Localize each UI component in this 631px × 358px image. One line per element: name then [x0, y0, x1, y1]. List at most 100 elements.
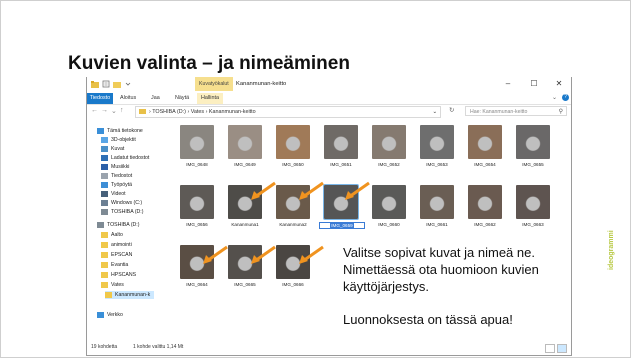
nav-item-network[interactable]: Verkko: [97, 311, 123, 319]
nav-item-music[interactable]: Musiikki: [101, 163, 129, 171]
customize-qat-icon[interactable]: [124, 80, 132, 88]
folder-icon: [101, 262, 108, 268]
tab-home[interactable]: Aloitus: [120, 93, 136, 104]
close-button[interactable]: ✕: [548, 77, 570, 91]
refresh-button[interactable]: ↻: [449, 106, 454, 114]
file-name: IMG_0662: [474, 222, 496, 227]
file-name: IMG_0650: [282, 162, 304, 167]
nav-item-toshiba-d-root[interactable]: TOSHIBA (D:): [97, 221, 139, 229]
back-button[interactable]: ←: [91, 107, 98, 114]
search-input[interactable]: Hae: Kananmunan-keitto ⚲: [465, 106, 567, 116]
cube-icon: [101, 137, 108, 143]
arrow-shaft: [254, 181, 276, 199]
orange-arrow-icon: [203, 245, 228, 264]
nav-item-videos[interactable]: Videot: [101, 190, 126, 198]
instruction-line: käyttöjärjestys.: [343, 279, 429, 294]
file-name: IMG_0660: [378, 222, 400, 227]
instruction-line: Valitse sopivat kuvat ja nimeä ne.: [343, 245, 535, 260]
nav-item-this-pc[interactable]: Tämä tietokone: [97, 127, 143, 135]
file-thumbnail[interactable]: [420, 185, 454, 219]
file-name: IMG_0654: [474, 162, 496, 167]
nav-item-downloads[interactable]: Ladatut tiedostot: [101, 154, 149, 162]
file-name: IMG_0663: [522, 222, 544, 227]
nav-item-evantia[interactable]: Evantia: [101, 261, 128, 269]
file-name: Kananmuna1: [231, 222, 259, 227]
file-thumbnail[interactable]: [372, 185, 406, 219]
nav-item-toshiba-d[interactable]: TOSHIBA (D:): [101, 208, 143, 216]
nav-item-documents[interactable]: Tiedostot: [101, 172, 132, 180]
title-bar: Kuvatyökalut Kananmunan-keitto – ☐ ✕: [87, 77, 571, 93]
file-name: IMG_0649: [234, 162, 256, 167]
new-folder-icon[interactable]: [113, 80, 121, 88]
nav-item-pictures[interactable]: Kuvat: [101, 145, 124, 153]
nav-item-hpscans[interactable]: HPSCANS: [101, 271, 136, 279]
tab-share[interactable]: Jaa: [151, 93, 160, 104]
file-name: IMG_0666: [282, 282, 304, 287]
orange-arrow-icon: [299, 181, 324, 200]
forward-button[interactable]: →: [101, 107, 108, 114]
orange-arrow-icon: [251, 245, 276, 264]
large-icons-view-icon[interactable]: [557, 344, 567, 353]
slide-title: Kuvien valinta – ja nimeäminen: [68, 53, 350, 74]
nav-item-desktop[interactable]: Työpöytä: [101, 181, 132, 189]
window-title: Kananmunan-keitto: [236, 81, 287, 87]
address-dropdown-icon[interactable]: ⌄: [432, 107, 437, 117]
help-icon[interactable]: ?: [562, 94, 569, 101]
file-name: Kananmuna2: [279, 222, 307, 227]
file-thumbnail[interactable]: [276, 125, 310, 159]
file-thumbnail[interactable]: [180, 125, 214, 159]
file-thumbnail[interactable]: [516, 185, 550, 219]
search-placeholder: Hae: Kananmunan-keitto: [470, 109, 528, 115]
up-button[interactable]: ↑: [120, 107, 124, 114]
file-name: IMG_0652: [378, 162, 400, 167]
folder-icon: [101, 242, 108, 248]
file-name: IMG_0651: [330, 162, 352, 167]
arrow-shaft: [348, 181, 370, 199]
file-thumbnail[interactable]: [468, 125, 502, 159]
folder-icon: [101, 272, 108, 278]
view-switcher: [545, 344, 567, 353]
expand-ribbon-icon[interactable]: ⌄: [552, 94, 557, 101]
nav-item-animointi[interactable]: animointi: [101, 241, 132, 249]
minimize-button[interactable]: –: [497, 77, 519, 91]
status-bar: 19 kohdetta 1 kohde valittu 1,14 Mt: [87, 341, 571, 354]
file-name: IMG_0664: [186, 282, 208, 287]
properties-icon[interactable]: [102, 80, 110, 88]
pictures-icon: [101, 146, 108, 152]
folder-icon: [101, 252, 108, 258]
search-icon: ⚲: [558, 109, 563, 115]
nav-item-aalto[interactable]: Aalto: [101, 231, 123, 239]
file-thumbnail[interactable]: [420, 125, 454, 159]
nav-item-3d-objects[interactable]: 3D-objektit: [101, 136, 136, 144]
nav-item-windows-c[interactable]: Windows (C:): [101, 199, 142, 207]
music-icon: [101, 164, 108, 170]
details-view-icon[interactable]: [545, 344, 555, 353]
rename-field[interactable]: IMG_0659: [319, 222, 365, 229]
arrow-shaft: [206, 245, 228, 263]
file-thumbnail[interactable]: [324, 125, 358, 159]
file-name: IMG_0653: [426, 162, 448, 167]
file-name: IMG_0648: [186, 162, 208, 167]
file-thumbnail[interactable]: [228, 125, 262, 159]
tab-file[interactable]: Tiedosto: [87, 93, 113, 104]
file-name: IMG_0655: [522, 162, 544, 167]
maximize-button[interactable]: ☐: [523, 77, 545, 91]
video-icon: [101, 191, 108, 197]
file-thumbnail[interactable]: [372, 125, 406, 159]
nav-item-epscan[interactable]: EPSCAN: [101, 251, 132, 259]
file-thumbnail[interactable]: [180, 185, 214, 219]
nav-item-kananmunan-keitto[interactable]: Kananmunan-k: [105, 291, 155, 299]
recent-locations-icon[interactable]: ⌄: [111, 107, 117, 115]
folder-icon[interactable]: [91, 80, 99, 88]
tab-view[interactable]: Näytä: [175, 93, 189, 104]
nav-item-vates[interactable]: Vates: [101, 281, 124, 289]
brand-logo: ideogrammi: [608, 230, 615, 270]
file-thumbnail[interactable]: [468, 185, 502, 219]
address-field[interactable]: › TOSHIBA (D:) › Vates › Kananmunan-keit…: [135, 106, 441, 118]
arrow-shaft: [254, 245, 276, 263]
network-icon: [97, 312, 104, 318]
instruction-line: Nimettäessä ota huomioon kuvien: [343, 262, 539, 277]
context-tab-picture-tools[interactable]: Kuvatyökalut: [195, 77, 233, 91]
tab-manage[interactable]: Hallinta: [197, 93, 223, 104]
file-thumbnail[interactable]: [516, 125, 550, 159]
